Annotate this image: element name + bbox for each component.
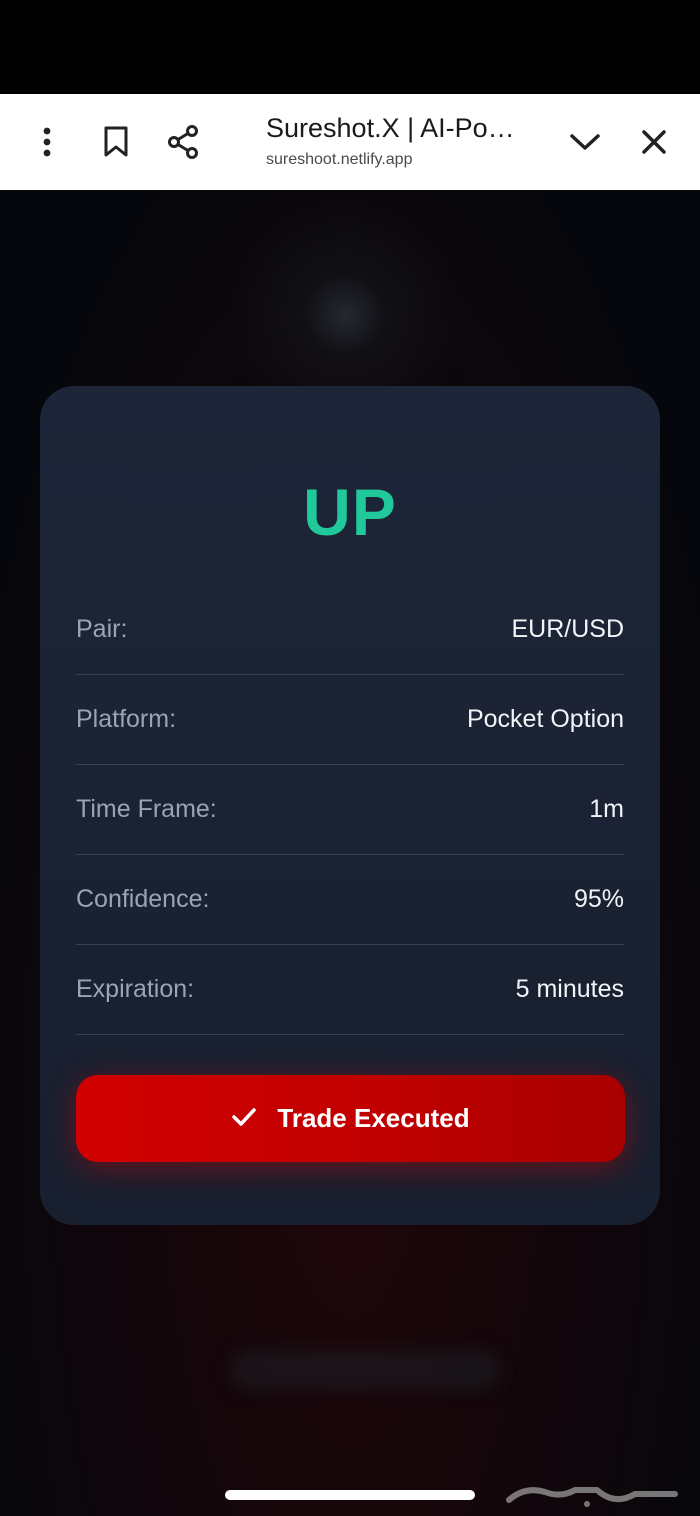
detail-row-platform: Platform: Pocket Option <box>76 675 624 765</box>
detail-value: EUR/USD <box>511 615 624 643</box>
signal-direction: UP <box>303 475 397 549</box>
trade-executed-button[interactable]: Trade Executed <box>76 1075 625 1162</box>
bookmark-icon[interactable] <box>96 94 136 190</box>
tab-title: Sureshot.X | AI-Po… <box>266 113 515 143</box>
detail-label: Pair: <box>76 615 128 643</box>
detail-label: Confidence: <box>76 885 210 913</box>
close-icon[interactable] <box>634 94 674 190</box>
detail-row-confidence: Confidence: 95% <box>76 855 624 945</box>
detail-value: 1m <box>589 795 624 823</box>
tab-url: sureshoot.netlify.app <box>266 151 413 168</box>
home-indicator[interactable] <box>225 1490 475 1500</box>
chevron-down-icon[interactable] <box>564 94 606 190</box>
blurred-element <box>230 1350 500 1390</box>
detail-row-time-frame: Time Frame: 1m <box>76 765 624 855</box>
detail-value: 95% <box>573 885 624 913</box>
detail-row-expiration: Expiration: 5 minutes <box>76 945 624 1035</box>
share-icon[interactable] <box>160 94 206 190</box>
trade-button-label: Trade Executed <box>277 1103 470 1133</box>
detail-row-pair: Pair: EUR/USD <box>76 585 624 675</box>
detail-label: Platform: <box>76 705 177 733</box>
check-icon <box>231 1107 257 1130</box>
detail-label: Time Frame: <box>76 795 217 823</box>
detail-value: 5 minutes <box>515 975 624 1003</box>
watermark-logo <box>506 1487 678 1507</box>
tab-info[interactable]: Sureshot.X | AI-Po… sureshoot.netlify.ap… <box>266 112 536 170</box>
detail-label: Expiration: <box>76 975 195 1003</box>
detail-value: Pocket Option <box>466 705 624 733</box>
more-vert-icon[interactable] <box>28 94 66 190</box>
status-bar <box>0 0 700 94</box>
